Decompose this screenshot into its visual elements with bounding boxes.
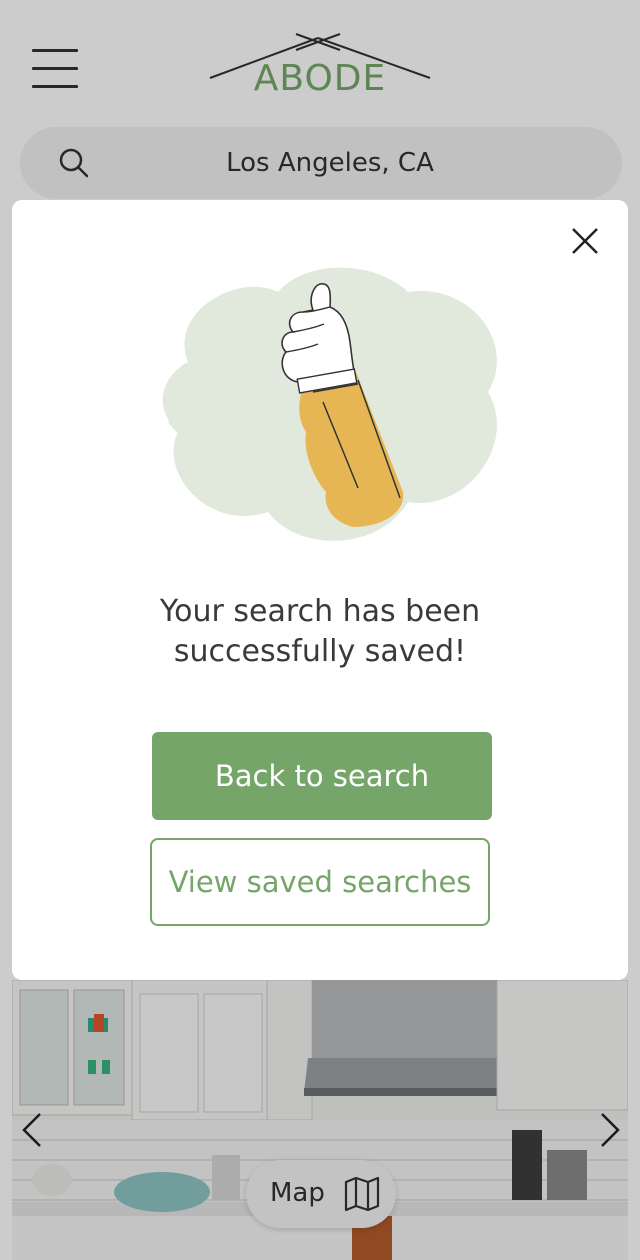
thumbs-up-icon — [162, 267, 497, 541]
close-icon[interactable] — [570, 226, 600, 256]
success-message: Your search has been successfully saved! — [159, 594, 481, 669]
view-saved-searches-button[interactable]: View saved searches — [150, 838, 490, 926]
save-search-success-modal: Your search has been successfully saved!… — [12, 200, 628, 980]
back-to-search-button[interactable]: Back to search — [152, 732, 492, 820]
